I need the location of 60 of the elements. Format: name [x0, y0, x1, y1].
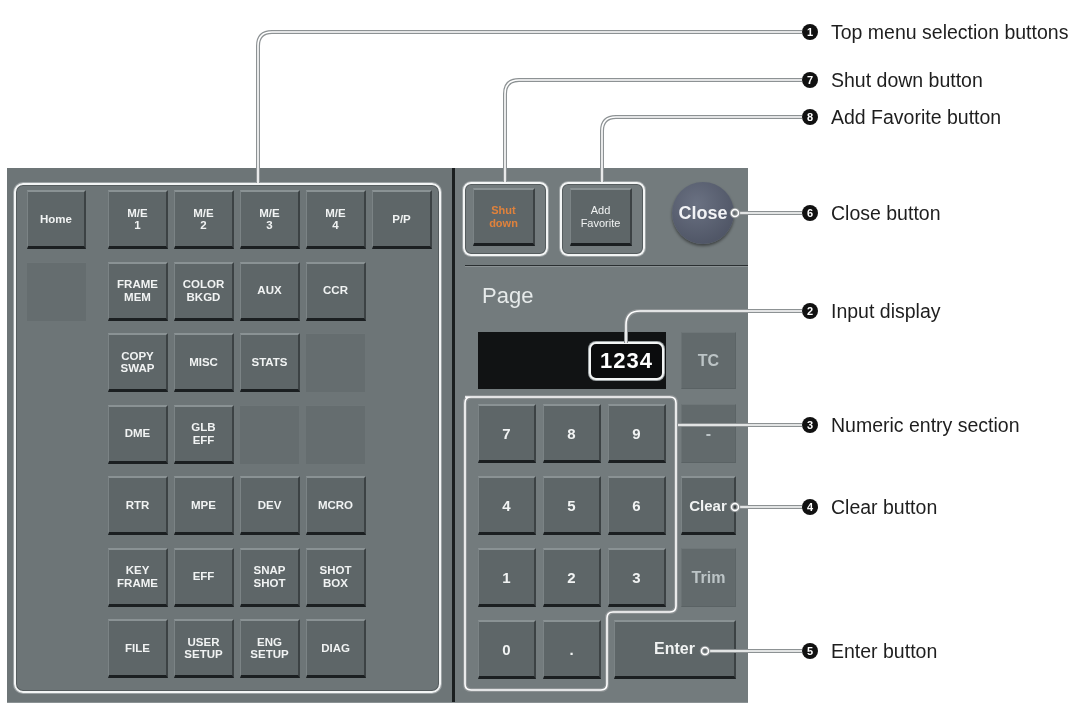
- callout-number: 1: [802, 24, 818, 40]
- digit-key[interactable]: 0: [478, 620, 536, 679]
- page-label: Page: [482, 283, 534, 308]
- digit-key[interactable]: 3: [608, 548, 666, 607]
- menu-button[interactable]: MISC: [174, 333, 234, 392]
- menu-button[interactable]: ENG SETUP: [240, 619, 300, 678]
- menu-button[interactable]: Home: [27, 190, 86, 249]
- add-favorite-button[interactable]: Add Favorite: [570, 188, 632, 246]
- menu-button[interactable]: KEY FRAME: [108, 547, 168, 607]
- callout-number: 8: [802, 109, 818, 125]
- callout-number: 6: [802, 205, 818, 221]
- menu-button[interactable]: M/E 1: [108, 190, 168, 249]
- callout-label: Numeric entry section: [831, 413, 1020, 437]
- digit-key[interactable]: 1: [478, 548, 536, 607]
- menu-button[interactable]: SHOT BOX: [306, 547, 366, 607]
- callout-label: Add Favorite button: [831, 105, 1002, 129]
- menu-button[interactable]: EFF: [174, 547, 234, 607]
- menu-button[interactable]: COLOR BKGD: [174, 261, 234, 321]
- menu-button[interactable]: FILE: [108, 619, 168, 678]
- digit-key[interactable]: 2: [543, 548, 601, 607]
- menu-button[interactable]: STATS: [240, 333, 300, 392]
- menu-button[interactable]: M/E 4: [306, 190, 366, 249]
- enter-key[interactable]: Enter: [614, 620, 736, 679]
- digit-key[interactable]: 8: [543, 404, 601, 463]
- side-key[interactable]: Clear: [681, 476, 736, 535]
- callout-number: 3: [802, 417, 818, 433]
- digit-key[interactable]: 6: [608, 476, 666, 535]
- menu-button[interactable]: COPY SWAP: [108, 333, 168, 392]
- menu-button[interactable]: FRAME MEM: [108, 261, 168, 321]
- menu-button[interactable]: M/E 3: [240, 190, 300, 249]
- callout-label: Enter button: [831, 639, 938, 663]
- digit-key[interactable]: 9: [608, 404, 666, 463]
- menu-button[interactable]: USER SETUP: [174, 619, 234, 678]
- callout-number: 5: [802, 643, 818, 659]
- menu-button[interactable]: DEV: [240, 476, 300, 535]
- menu-button[interactable]: CCR: [306, 261, 366, 321]
- menu-button[interactable]: P/P: [372, 190, 432, 249]
- digit-key[interactable]: .: [543, 620, 601, 679]
- callout-label: Close button: [831, 201, 941, 225]
- callout-label: Shut down button: [831, 68, 983, 92]
- menu-button[interactable]: SNAP SHOT: [240, 547, 300, 607]
- callout-label: Clear button: [831, 495, 938, 519]
- digit-key[interactable]: 5: [543, 476, 601, 535]
- menu-button[interactable]: MCRO: [306, 476, 366, 535]
- callout-number: 7: [802, 72, 818, 88]
- callout-label: Input display: [831, 299, 941, 323]
- callout-number: 4: [802, 499, 818, 515]
- menu-button[interactable]: DME: [108, 404, 168, 464]
- menu-button[interactable]: MPE: [174, 476, 234, 535]
- close-button[interactable]: Close: [672, 182, 734, 244]
- callout-label: Top menu selection buttons: [831, 20, 1069, 44]
- digit-key[interactable]: 4: [478, 476, 536, 535]
- menu-button[interactable]: AUX: [240, 261, 300, 321]
- menu-button[interactable]: DIAG: [306, 619, 366, 678]
- display-value: 1234: [589, 341, 664, 380]
- callout-number: 2: [802, 303, 818, 319]
- menu-button[interactable]: GLB EFF: [174, 404, 234, 464]
- menu-button[interactable]: M/E 2: [174, 190, 234, 249]
- menu-button[interactable]: RTR: [108, 476, 168, 535]
- digit-key[interactable]: 7: [478, 404, 536, 463]
